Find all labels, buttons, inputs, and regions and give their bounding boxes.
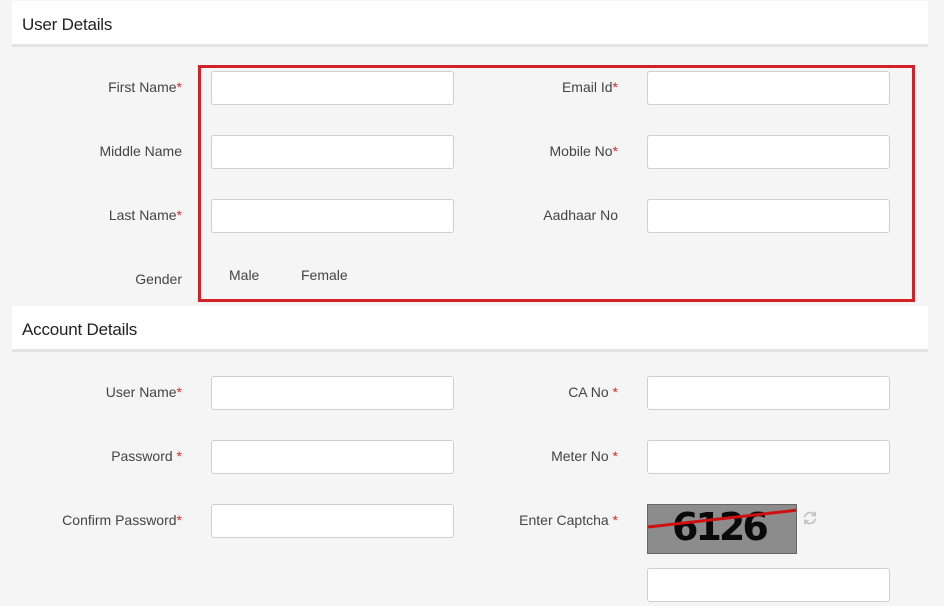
username-input[interactable]	[211, 376, 454, 410]
mobile-input[interactable]	[647, 135, 890, 169]
password-label: Password *	[111, 448, 182, 464]
gender-option-male[interactable]: Male	[229, 267, 259, 283]
first-name-label: First Name*	[108, 79, 182, 95]
meter-no-input[interactable]	[647, 440, 890, 474]
captcha-image: 6126	[647, 504, 797, 554]
username-label: User Name*	[105, 384, 182, 400]
required-marker: *	[176, 207, 182, 223]
user-details-title: User Details	[22, 15, 113, 34]
required-marker: *	[612, 448, 618, 464]
account-details-title: Account Details	[22, 320, 138, 339]
required-marker: *	[176, 448, 182, 464]
user-details-header: User Details	[12, 1, 928, 47]
first-name-input[interactable]	[211, 71, 454, 105]
confirm-password-input[interactable]	[211, 504, 454, 538]
required-marker: *	[176, 79, 182, 95]
aadhaar-input[interactable]	[647, 199, 890, 233]
refresh-icon[interactable]	[801, 509, 819, 527]
required-marker: *	[612, 79, 618, 95]
required-marker: *	[612, 512, 618, 528]
captcha-input[interactable]	[647, 568, 890, 602]
middle-name-input[interactable]	[211, 135, 454, 169]
last-name-label: Last Name*	[108, 207, 182, 223]
email-label: Email Id*	[561, 79, 618, 95]
captcha-label: Enter Captcha *	[519, 512, 618, 528]
required-marker: *	[176, 512, 182, 528]
email-input[interactable]	[647, 71, 890, 105]
ca-no-label: CA No *	[568, 384, 618, 400]
last-name-input[interactable]	[211, 199, 454, 233]
gender-option-female[interactable]: Female	[301, 267, 348, 283]
ca-no-input[interactable]	[647, 376, 890, 410]
confirm-password-label: Confirm Password*	[62, 512, 182, 528]
account-details-header: Account Details	[12, 306, 928, 352]
mobile-label: Mobile No*	[549, 143, 618, 159]
gender-label: Gender	[135, 271, 182, 287]
required-marker: *	[176, 384, 182, 400]
middle-name-label: Middle Name	[99, 143, 182, 159]
required-marker: *	[612, 143, 618, 159]
meter-no-label: Meter No *	[551, 448, 618, 464]
required-marker: *	[612, 384, 618, 400]
aadhaar-label: Aadhaar No	[543, 207, 618, 223]
password-input[interactable]	[211, 440, 454, 474]
captcha-strike-line	[648, 508, 796, 529]
